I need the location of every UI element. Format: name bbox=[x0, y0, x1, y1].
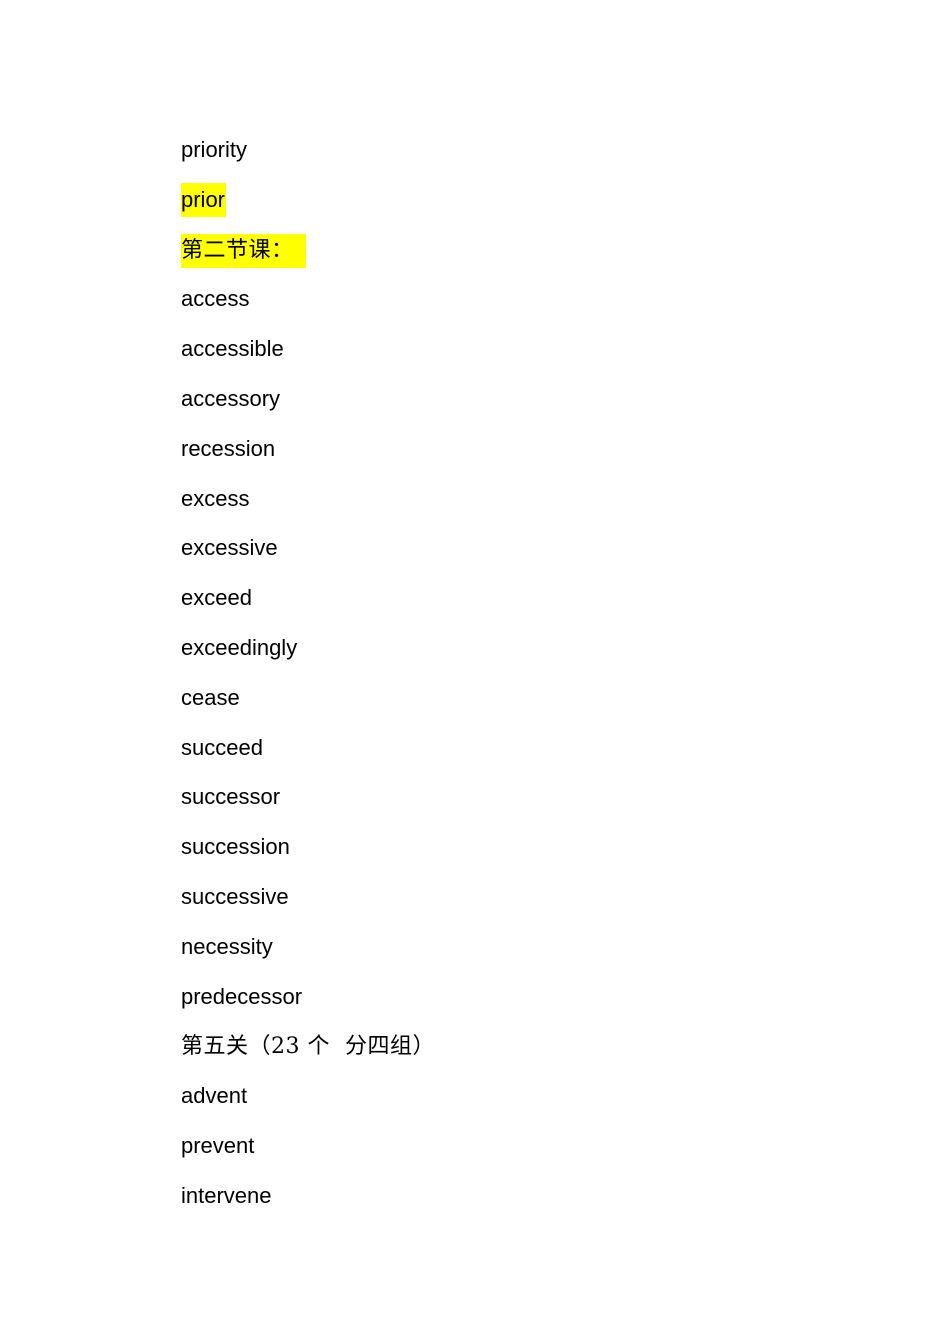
word-line: predecessor bbox=[181, 980, 436, 1030]
word-text: successive bbox=[181, 883, 289, 909]
word-line: recession bbox=[181, 432, 436, 482]
word-text: successor bbox=[181, 784, 281, 810]
word-line-highlighted: prior bbox=[181, 182, 436, 233]
word-line: successor bbox=[181, 780, 436, 830]
heading-text: 第二节课： bbox=[181, 233, 306, 268]
word-line: intervene bbox=[181, 1179, 436, 1229]
word-text: necessity bbox=[181, 933, 273, 959]
word-text: cease bbox=[181, 684, 240, 710]
word-line: advent bbox=[181, 1079, 436, 1129]
word-text: priority bbox=[181, 137, 248, 162]
word-text: advent bbox=[181, 1083, 248, 1109]
word-line: priority bbox=[181, 133, 436, 183]
word-line: prevent bbox=[181, 1129, 436, 1179]
word-line: excessive bbox=[181, 531, 436, 581]
word-line: accessory bbox=[181, 382, 436, 432]
word-line: succession bbox=[181, 830, 436, 880]
word-line: accessible bbox=[181, 332, 436, 382]
word-text: prior bbox=[181, 182, 227, 217]
word-line: succeed bbox=[181, 731, 436, 781]
word-text: excessive bbox=[181, 535, 278, 561]
word-text: exceed bbox=[181, 585, 252, 611]
word-text: accessible bbox=[181, 336, 284, 362]
word-text: intervene bbox=[181, 1182, 272, 1208]
word-text: succession bbox=[181, 834, 290, 860]
word-line: necessity bbox=[181, 930, 436, 980]
word-text: prevent bbox=[181, 1132, 255, 1158]
document-page: priority prior 第二节课： access accessible a… bbox=[0, 0, 950, 1344]
word-line: cease bbox=[181, 681, 436, 731]
word-text: succeed bbox=[181, 734, 263, 760]
word-text: recession bbox=[181, 435, 276, 461]
word-line: access bbox=[181, 282, 436, 332]
heading-text: 第五关（23 个 分四组） bbox=[181, 1034, 435, 1060]
word-text: predecessor bbox=[181, 983, 303, 1009]
word-line: exceedingly bbox=[181, 631, 436, 681]
section-heading: 第五关（23 个 分四组） bbox=[181, 1029, 436, 1079]
word-text: excess bbox=[181, 485, 250, 511]
section-heading-highlighted: 第二节课： bbox=[181, 233, 436, 283]
word-text: exceedingly bbox=[181, 634, 298, 660]
word-list: priority prior 第二节课： access accessible a… bbox=[181, 133, 436, 1229]
word-line: excess bbox=[181, 482, 436, 532]
word-line: exceed bbox=[181, 581, 436, 631]
word-text: accessory bbox=[181, 385, 281, 411]
word-text: access bbox=[181, 286, 250, 312]
word-line: successive bbox=[181, 880, 436, 930]
